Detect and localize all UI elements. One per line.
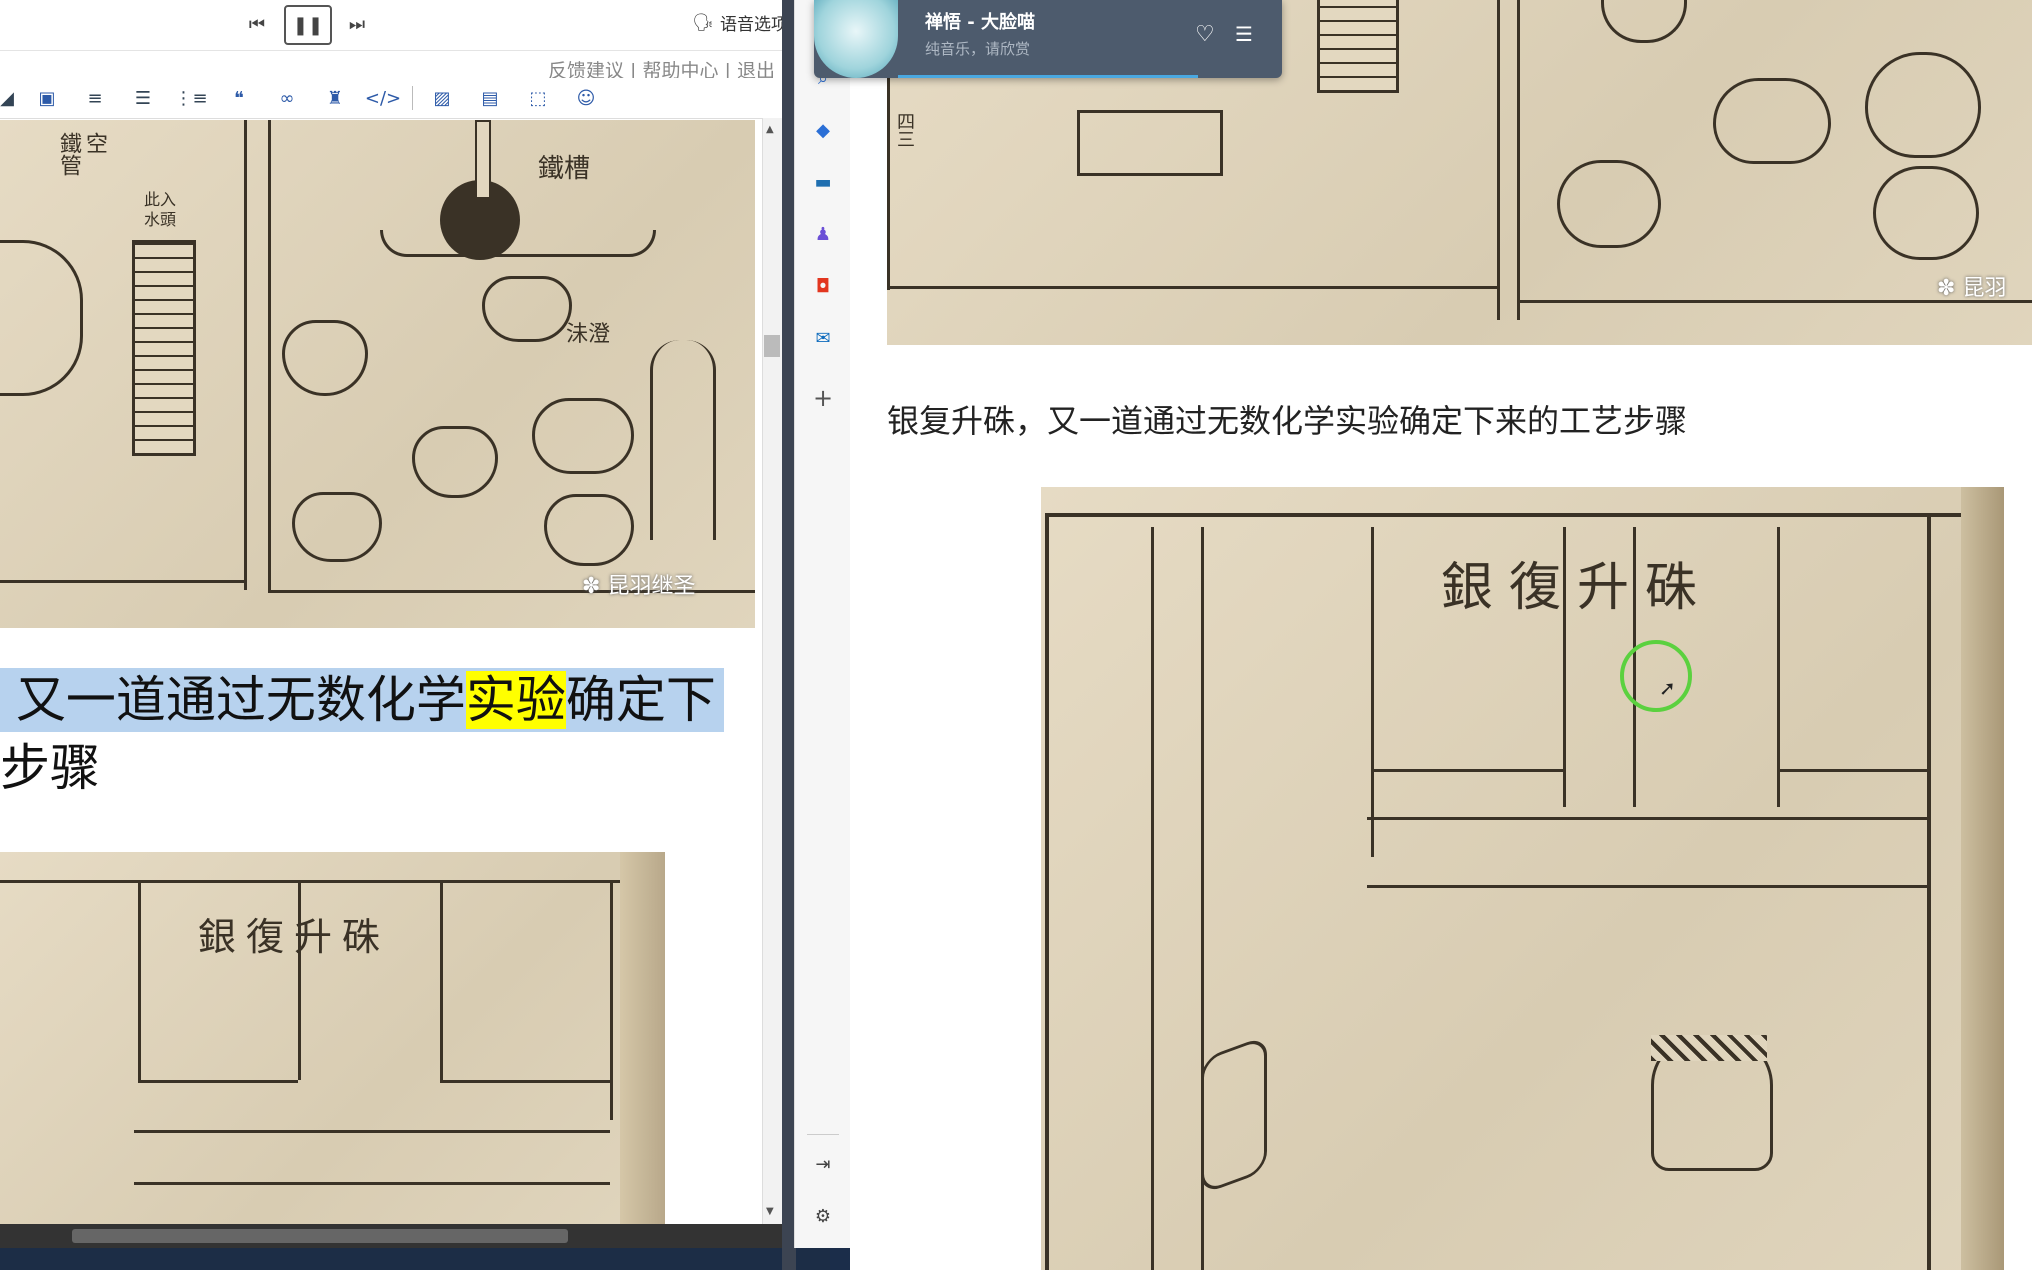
voice-options-label: 语音选项 <box>720 15 788 35</box>
scrollbar-thumb[interactable] <box>764 335 780 357</box>
image-icon[interactable]: ▨ <box>423 82 461 114</box>
select-area-icon[interactable]: ⬚ <box>519 82 557 114</box>
media-control-bar: ⏮ ❚❚ ⏭ 🗣 语音选项 <box>0 0 796 51</box>
song-title: 禅悟 - 大脸喵 <box>925 12 1036 33</box>
editor-img2-title: 銀復升硃 <box>198 915 391 959</box>
office-icon[interactable]: ◘ <box>809 272 837 300</box>
scroll-down-icon[interactable]: ▼ <box>766 1206 774 1217</box>
article-img1-label: 四三 <box>894 112 915 148</box>
cursor-highlight-ring <box>1620 640 1692 712</box>
heart-icon[interactable]: ♡ <box>1195 22 1215 47</box>
desktop-background <box>0 1248 830 1270</box>
outlook-icon[interactable]: ✉ <box>809 324 837 352</box>
settings-icon[interactable]: ⚙ <box>809 1202 837 1230</box>
vertical-scrollbar[interactable] <box>762 118 783 1224</box>
editor-woodcut-image-2: 銀復升硃 <box>0 852 665 1224</box>
search-highlight: 实验 <box>465 671 566 729</box>
align-icon[interactable]: ≡ <box>76 82 114 114</box>
song-subtitle: 纯音乐，请欣赏 <box>925 40 1031 58</box>
bullet-list-icon[interactable]: ☰ <box>124 82 162 114</box>
wechat-icon: ✽ <box>1937 276 1963 301</box>
emoji-icon[interactable]: ☺ <box>567 82 605 114</box>
sidebar-divider <box>807 1134 839 1135</box>
speaker-icon: 🗣 <box>692 12 714 33</box>
next-track-icon[interactable]: ⏭ <box>342 9 372 39</box>
editor-img1-label: 沬澄 <box>566 322 611 347</box>
format-painter-icon[interactable]: ♜ <box>316 82 354 114</box>
add-icon[interactable]: + <box>809 384 837 412</box>
previous-track-icon[interactable]: ⏮ <box>242 9 272 39</box>
watermark-caption: ✽ 昆羽继圣 <box>582 574 696 599</box>
numbered-list-icon[interactable]: ⋮≡ <box>172 82 210 114</box>
article-woodcut-image-2: 銀復升硃 <box>1041 487 2004 1270</box>
editor-toolbar: ◢ ▣ ≡ ☰ ⋮≡ ❝ ∞ ♜ </> ▨ ▤ ⬚ ☺ <box>0 78 782 119</box>
editor-img1-label: 鐵槽 <box>538 154 591 184</box>
voice-options-button[interactable]: 🗣 语音选项 <box>692 10 788 36</box>
pause-button[interactable]: ❚❚ <box>284 5 332 45</box>
document-icon[interactable]: ▤ <box>471 82 509 114</box>
tag-icon[interactable]: ◆ <box>809 116 837 144</box>
playlist-icon[interactable]: ☰ <box>1235 22 1253 46</box>
editor-img1-label: 空 <box>82 132 107 154</box>
text-box-icon[interactable]: ▣ <box>28 82 66 114</box>
browser-sidebar: ⌕ ◆ ▬ ♟ ◘ ✉ + ⇥ ⚙ <box>794 0 852 1248</box>
wechat-icon: ✽ <box>582 574 608 599</box>
text-line-2[interactable]: 步骤 <box>0 736 100 800</box>
toolbar-divider <box>412 86 413 110</box>
quote-icon[interactable]: ❝ <box>220 82 258 114</box>
mouse-pointer-icon: ➚ <box>1659 676 1676 700</box>
scroll-up-icon[interactable]: ▲ <box>766 124 774 135</box>
toolbox-icon[interactable]: ▬ <box>809 168 837 196</box>
people-icon[interactable]: ♟ <box>809 220 837 248</box>
link-icon[interactable]: ∞ <box>268 82 306 114</box>
editor-img1-label: 此入水頭 <box>144 190 177 229</box>
selected-text-line[interactable]: 又一道通过无数化学实验确定下 <box>0 668 724 732</box>
playback-progress[interactable] <box>898 75 1198 78</box>
article-img2-title: 銀復升硃 <box>1441 558 1714 618</box>
editor-woodcut-image-1: 鐵管 空 鐵槽 此入水頭 沬澄 ✽ 昆羽继圣 <box>0 120 755 628</box>
horizontal-scrollbar-thumb[interactable] <box>72 1229 568 1243</box>
code-icon[interactable]: </> <box>364 82 402 114</box>
exit-panel-icon[interactable]: ⇥ <box>809 1150 837 1178</box>
toolbar-edge-icon[interactable]: ◢ <box>0 82 14 114</box>
watermark-caption: ✽ 昆羽 <box>1937 276 2007 301</box>
article-caption: 银复升硃，又一道通过无数化学实验确定下来的工艺步骤 <box>887 402 1688 440</box>
